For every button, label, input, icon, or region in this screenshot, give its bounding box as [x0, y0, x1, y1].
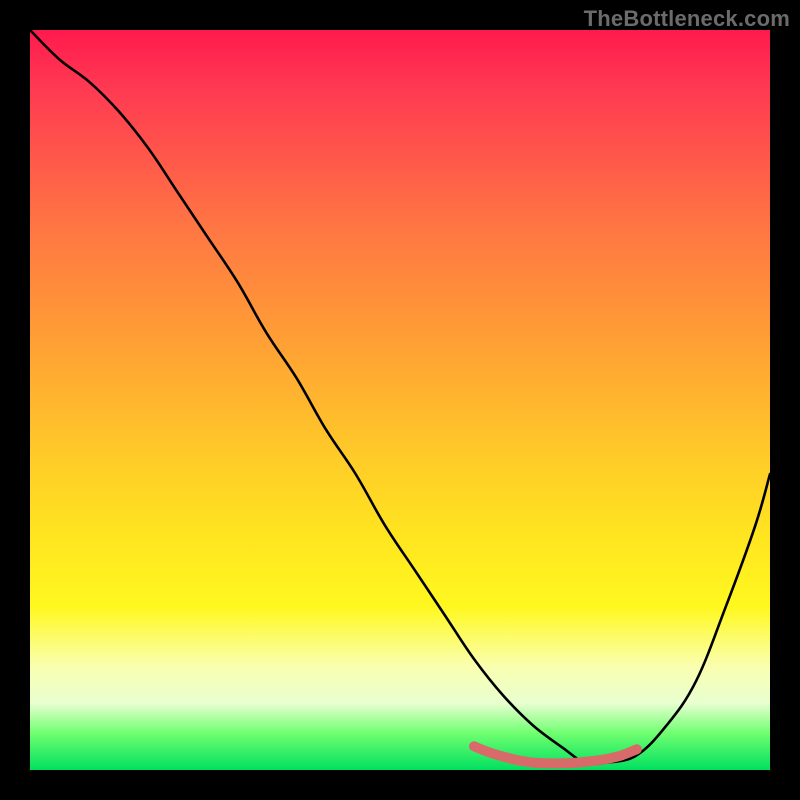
bottleneck-curve-path — [30, 30, 770, 764]
bottom-marker-path — [474, 746, 637, 763]
bottleneck-curve-svg — [30, 30, 770, 770]
watermark-text: TheBottleneck.com — [584, 6, 790, 32]
chart-area — [30, 30, 770, 770]
